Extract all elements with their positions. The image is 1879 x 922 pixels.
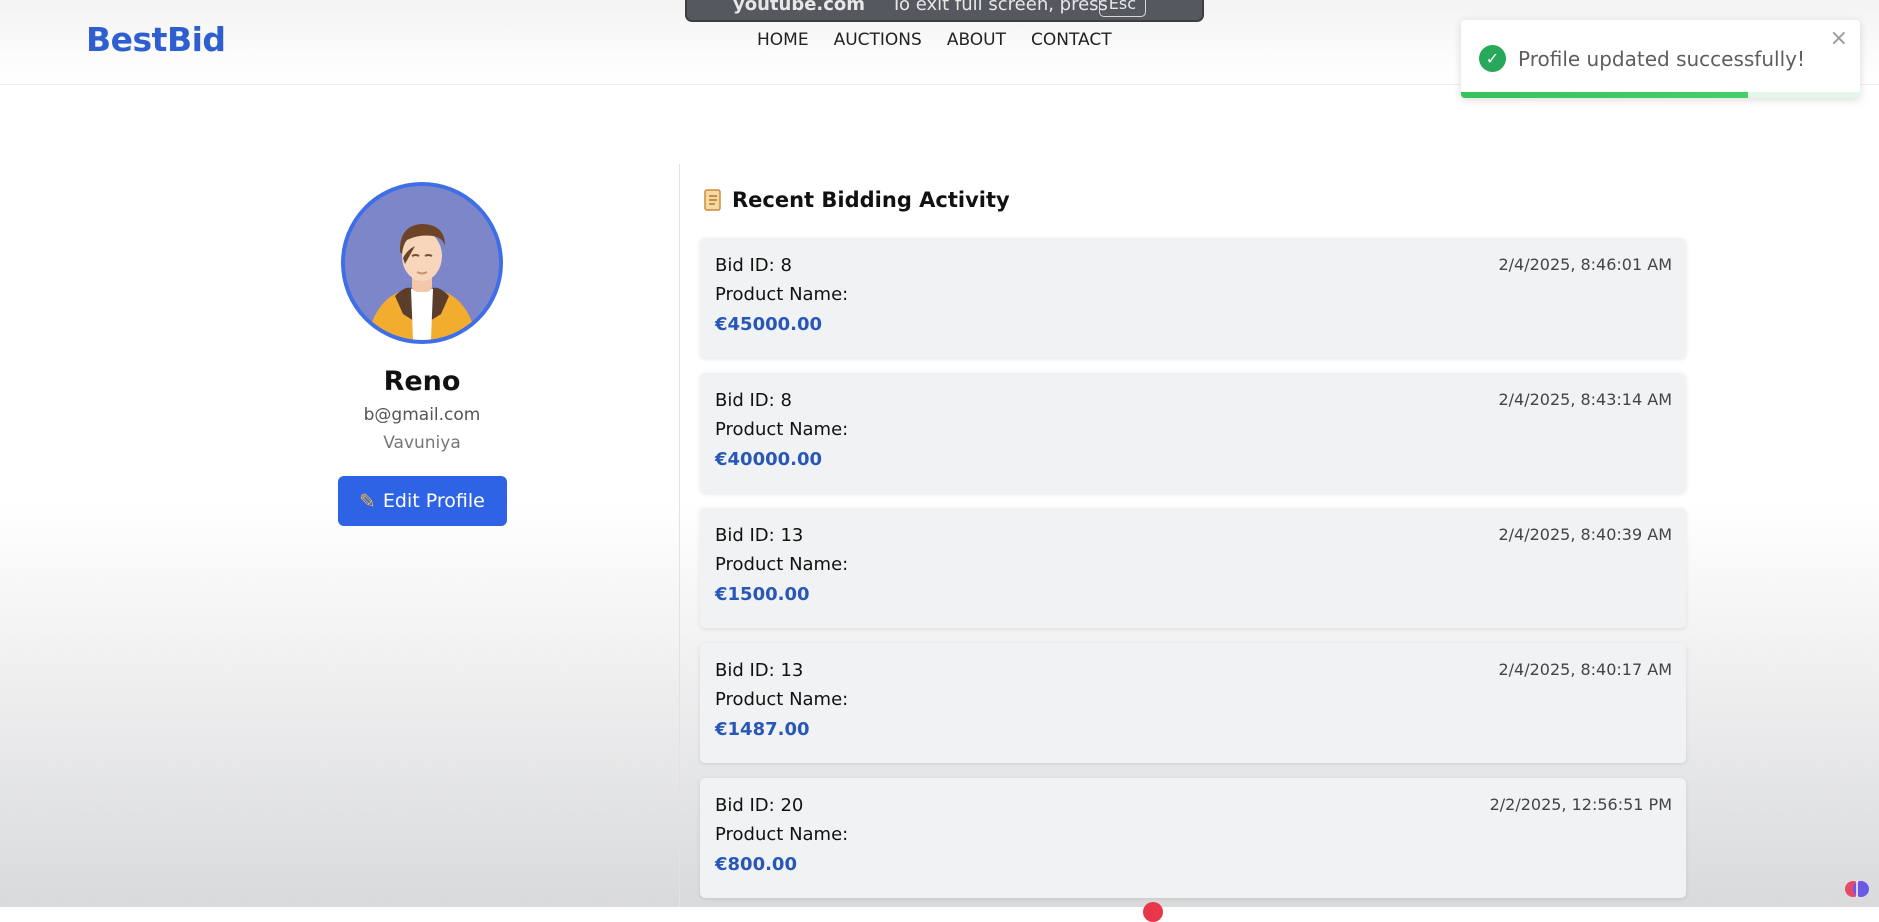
profile-name: Reno xyxy=(383,366,461,397)
nav-link-contact[interactable]: CONTACT xyxy=(1031,30,1112,50)
nav-link-home[interactable]: HOME xyxy=(757,30,809,50)
success-toast: ✓ Profile updated successfully! × xyxy=(1461,20,1860,98)
notification-dot xyxy=(1143,902,1163,922)
bid-product-name: Product Name: xyxy=(715,284,849,305)
scroll-icon xyxy=(704,189,721,211)
bid-timestamp: 2/4/2025, 8:46:01 AM xyxy=(1498,255,1672,274)
bid-card: Bid ID: 8 Product Name: €45000.00 2/4/20… xyxy=(700,238,1686,358)
edit-profile-label: Edit Profile xyxy=(382,490,485,512)
bid-amount: €40000.00 xyxy=(715,449,823,470)
fullscreen-message: To exit full screen, press xyxy=(891,0,1108,15)
brain-extension-icon[interactable] xyxy=(1844,876,1870,902)
bid-id: Bid ID: 13 xyxy=(715,525,804,546)
brand-logo[interactable]: BestBid xyxy=(86,20,226,59)
bid-amount: €45000.00 xyxy=(715,314,823,335)
bid-product-name: Product Name: xyxy=(715,554,849,575)
bid-amount: €1500.00 xyxy=(715,584,810,605)
bid-timestamp: 2/4/2025, 8:43:14 AM xyxy=(1498,390,1672,409)
bid-id: Bid ID: 20 xyxy=(715,795,804,816)
bid-timestamp: 2/4/2025, 8:40:39 AM xyxy=(1498,525,1672,544)
toast-progress-bar xyxy=(1461,92,1749,98)
activity-title: Recent Bidding Activity xyxy=(732,188,1010,212)
esc-key-hint: Esc xyxy=(1098,0,1146,17)
nav-link-auctions[interactable]: AUCTIONS xyxy=(834,30,922,50)
profile-email: b@gmail.com xyxy=(363,405,481,425)
close-icon[interactable]: × xyxy=(1830,26,1848,51)
bid-timestamp: 2/2/2025, 12:56:51 PM xyxy=(1489,795,1672,814)
bid-amount: €800.00 xyxy=(715,854,797,875)
bid-id: Bid ID: 8 xyxy=(715,390,792,411)
bid-card: Bid ID: 13 Product Name: €1487.00 2/4/20… xyxy=(700,643,1686,763)
bid-product-name: Product Name: xyxy=(715,824,849,845)
bid-timestamp: 2/4/2025, 8:40:17 AM xyxy=(1498,660,1672,679)
profile-card: Reno b@gmail.com Vavuniya ✎ Edit Profile xyxy=(330,182,514,526)
activity-header: Recent Bidding Activity xyxy=(702,188,1010,212)
bid-product-name: Product Name: xyxy=(715,689,849,710)
bid-id: Bid ID: 8 xyxy=(715,255,792,276)
avatar xyxy=(341,182,503,344)
edit-profile-button[interactable]: ✎ Edit Profile xyxy=(337,476,507,526)
toast-message: Profile updated successfully! xyxy=(1518,47,1805,71)
fullscreen-exit-banner: youtube.com To exit full screen, press Es… xyxy=(685,0,1204,22)
bid-id: Bid ID: 13 xyxy=(715,660,804,681)
pencil-icon: ✎ xyxy=(359,489,376,513)
bid-amount: €1487.00 xyxy=(715,719,810,740)
bid-card: Bid ID: 13 Product Name: €1500.00 2/4/20… xyxy=(700,508,1686,628)
profile-location: Vavuniya xyxy=(383,433,461,453)
check-icon: ✓ xyxy=(1479,45,1506,72)
fullscreen-site: youtube.com xyxy=(733,0,866,15)
bid-card: Bid ID: 20 Product Name: €800.00 2/2/202… xyxy=(700,778,1686,898)
nav-link-about[interactable]: ABOUT xyxy=(947,30,1006,50)
nav-links: HOME AUCTIONS ABOUT CONTACT xyxy=(757,30,1112,50)
bid-card: Bid ID: 8 Product Name: €40000.00 2/4/20… xyxy=(700,373,1686,493)
bid-product-name: Product Name: xyxy=(715,419,849,440)
column-divider xyxy=(679,164,680,907)
avatar-illustration xyxy=(345,186,499,340)
